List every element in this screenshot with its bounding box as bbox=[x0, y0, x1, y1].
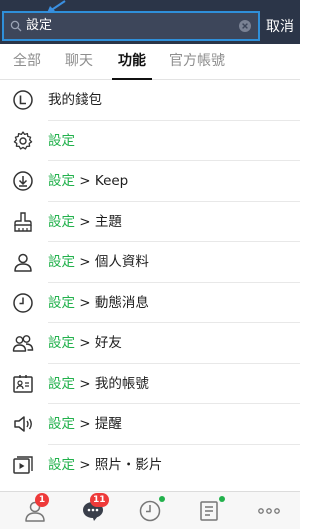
nav-news[interactable] bbox=[194, 496, 225, 526]
list-item-label: 設定 > Keep bbox=[48, 173, 129, 189]
tab-official-accounts[interactable]: 官方帳號 bbox=[164, 44, 230, 79]
list-item[interactable]: 設定 > 動態消息 bbox=[0, 283, 300, 323]
photo-video-icon bbox=[13, 455, 33, 474]
pointer-arrow-icon bbox=[47, 0, 66, 13]
list-item[interactable]: 設定 > 照片・影片 bbox=[0, 445, 300, 486]
notification-badge: 11 bbox=[90, 493, 109, 507]
friends-icon bbox=[12, 335, 34, 352]
id-card-icon bbox=[13, 374, 33, 393]
new-activity-dot bbox=[159, 496, 165, 502]
list-item[interactable]: 設定 > 主題 bbox=[0, 202, 300, 242]
list-item-label: 設定 > 提醒 bbox=[48, 416, 122, 432]
tab-chats[interactable]: 聊天 bbox=[60, 44, 98, 79]
list-item-label: 設定 > 主題 bbox=[48, 213, 122, 230]
search-category-tabs: 全部 聊天 功能 官方帳號 bbox=[0, 44, 300, 80]
speaker-icon bbox=[14, 416, 32, 432]
bottom-tab-bar: 1 11 bbox=[0, 491, 300, 529]
wallet-icon bbox=[13, 90, 33, 110]
search-box[interactable] bbox=[2, 11, 260, 41]
nav-timeline[interactable] bbox=[135, 496, 165, 526]
keep-icon bbox=[13, 171, 33, 191]
list-item-label: 設定 bbox=[48, 132, 75, 149]
list-item-label: 設定 > 動態消息 bbox=[48, 294, 149, 311]
list-item[interactable]: 我的錢包 bbox=[0, 80, 300, 121]
list-item-label: 設定 > 我的帳號 bbox=[48, 375, 149, 392]
list-item-label: 我的錢包 bbox=[48, 92, 102, 108]
cancel-button[interactable]: 取消 bbox=[266, 17, 294, 37]
theme-brush-icon bbox=[14, 211, 32, 232]
tab-features[interactable]: 功能 bbox=[112, 44, 152, 80]
clear-icon[interactable] bbox=[238, 19, 252, 33]
clock-icon bbox=[13, 292, 33, 313]
search-input[interactable] bbox=[26, 13, 226, 39]
timeline-tab-icon bbox=[139, 500, 161, 522]
list-item[interactable]: 設定 bbox=[0, 121, 300, 161]
news-tab-icon bbox=[200, 501, 218, 521]
new-activity-dot bbox=[219, 496, 225, 502]
list-item[interactable]: 設定 > 個人資料 bbox=[0, 242, 300, 283]
search-results-list: 我的錢包 設定 設定 > Keep 設定 > 主題 設定 > 個人資料 設定 >… bbox=[0, 80, 300, 485]
list-item-label: 設定 > 個人資料 bbox=[48, 254, 149, 270]
list-item-label: 設定 > 好友 bbox=[48, 335, 122, 351]
more-tab-icon bbox=[258, 508, 280, 514]
search-icon bbox=[10, 20, 22, 32]
list-item-label: 設定 > 照片・影片 bbox=[48, 456, 163, 473]
tab-all[interactable]: 全部 bbox=[8, 44, 46, 79]
list-item[interactable]: 設定 > 提醒 bbox=[0, 404, 300, 445]
notification-badge: 1 bbox=[35, 493, 49, 507]
nav-chats[interactable]: 11 bbox=[78, 493, 109, 526]
list-item[interactable]: 設定 > 好友 bbox=[0, 323, 300, 364]
profile-icon bbox=[14, 253, 32, 272]
nav-more[interactable] bbox=[254, 496, 284, 526]
list-item[interactable]: 設定 > 我的帳號 bbox=[0, 364, 300, 404]
nav-friends[interactable]: 1 bbox=[20, 493, 50, 526]
gear-icon bbox=[13, 130, 33, 150]
list-item[interactable]: 設定 > Keep bbox=[0, 161, 300, 202]
